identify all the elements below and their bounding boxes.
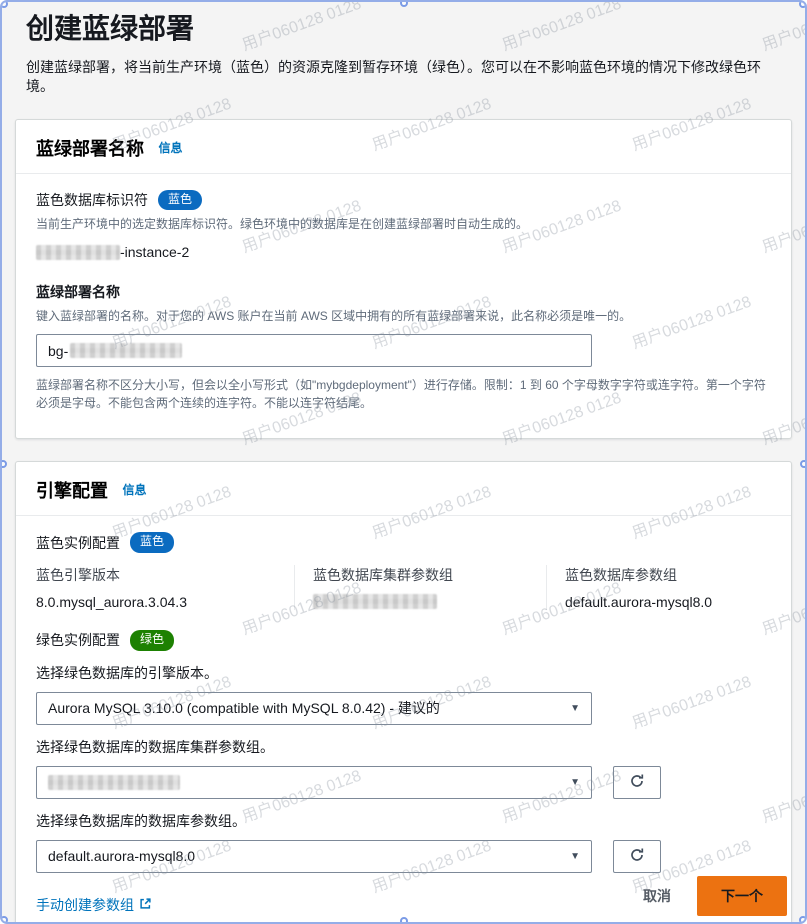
deployment-name-input[interactable]: bg- [36,334,592,368]
deployment-name-card-header: 蓝绿部署名称 信息 [16,120,791,174]
chevron-down-icon: ▼ [570,850,580,862]
redacted-green-cluster-param [48,774,180,790]
green-badge: 绿色 [130,629,175,651]
green-db-param-value: default.aurora-mysql8.0 [48,848,196,865]
db-identifier-suffix: -instance-2 [120,244,190,261]
refresh-db-param-button[interactable] [613,839,661,873]
selection-handle[interactable] [799,2,805,8]
redacted-deployment-name [70,343,183,359]
blue-db-param-value: default.aurora-mysql8.0 [565,593,713,610]
green-engine-version-select[interactable]: Aurora MySQL 3.10.0 (compatible with MyS… [36,691,592,725]
blue-db-identifier-label: 蓝色数据库标识符 [36,192,148,209]
refresh-cluster-param-button[interactable] [613,765,661,799]
green-engine-version-label: 选择绿色数据库的引擎版本。 [36,664,218,681]
engine-config-card-header: 引擎配置 信息 [16,462,791,517]
blue-badge: 蓝色 [130,532,175,553]
blue-config-columns: 蓝色引擎版本 8.0.mysql_aurora.3.04.3 蓝色数据库集群参数… [36,564,771,610]
blue-badge: 蓝色 [158,189,203,211]
selection-handle[interactable] [2,460,7,468]
blue-db-param-label: 蓝色数据库参数组 [565,566,677,583]
deployment-name-value-prefix: bg- [48,342,69,359]
blue-db-identifier-value: -instance-2 [36,244,771,260]
green-engine-version-value: Aurora MySQL 3.10.0 (compatible with MyS… [48,700,440,717]
deployment-name-card-title: 蓝绿部署名称 [36,138,144,159]
cancel-button[interactable]: 取消 [643,886,671,906]
engine-config-card: 引擎配置 信息 蓝色实例配置 蓝色 蓝色引擎版本 8.0.mysql_auror… [15,461,792,922]
selection-handle[interactable] [2,2,8,8]
redacted-cluster-param-group [313,593,437,609]
selection-handle[interactable] [400,2,408,7]
selection-handle[interactable] [800,460,805,468]
external-link-icon [139,897,152,913]
blue-engine-version-label: 蓝色引擎版本 [36,566,120,583]
engine-config-card-title: 引擎配置 [36,481,108,502]
page-title: 创建蓝绿部署 [26,13,195,44]
selection-handle[interactable] [400,917,408,922]
blue-db-param-column: 蓝色数据库参数组 default.aurora-mysql8.0 [546,564,771,610]
info-link[interactable]: 信息 [158,141,182,155]
page-description: 创建蓝绿部署，将当前生产环境（蓝色）的资源克隆到暂存环境（绿色）。您可以在不影响… [26,58,761,95]
deployment-name-card: 蓝绿部署名称 信息 蓝色数据库标识符 蓝色 当前生产环境中的选定数据库标识符。绿… [15,118,792,440]
selection-handle[interactable] [799,916,805,922]
blue-cluster-param-column: 蓝色数据库集群参数组 [294,564,546,610]
deployment-name-label: 蓝绿部署名称 [36,284,120,301]
selection-handle[interactable] [2,916,8,922]
next-button[interactable]: 下一个 [697,876,787,916]
green-db-param-select[interactable]: default.aurora-mysql8.0 ▼ [36,839,592,873]
chevron-down-icon: ▼ [570,702,580,714]
deployment-name-description: 键入蓝绿部署的名称。对于您的 AWS 账户在当前 AWS 区域中拥有的所有蓝绿部… [36,309,632,324]
refresh-icon [629,773,645,792]
green-db-param-label: 选择绿色数据库的数据库参数组。 [36,812,246,829]
wizard-footer: 取消 下一个 [643,876,787,916]
redacted-db-identifier [36,244,120,260]
blue-engine-version-value: 8.0.mysql_aurora.3.04.3 [36,593,187,610]
create-blue-green-deployment-page: 用户060128 0128用户060128 0128用户060128 0128用… [0,0,807,924]
blue-cluster-param-label: 蓝色数据库集群参数组 [313,566,453,583]
blue-db-identifier-description: 当前生产环境中的选定数据库标识符。绿色环境中的数据库是在创建蓝绿部署时自动生成的… [36,217,529,232]
info-link[interactable]: 信息 [122,483,146,497]
deployment-name-constraint: 蓝绿部署名称不区分大小写，但会以全小写形式（如"mybgdeployment"）… [36,378,766,411]
green-cluster-param-label: 选择绿色数据库的数据库集群参数组。 [36,738,274,755]
green-instance-config-label: 绿色实例配置 [36,632,120,649]
blue-engine-version-column: 蓝色引擎版本 8.0.mysql_aurora.3.04.3 [36,565,294,610]
blue-instance-config-label: 蓝色实例配置 [36,534,120,551]
green-cluster-param-select[interactable]: ▼ [36,765,592,799]
create-param-group-link[interactable]: 手动创建参数组 [36,895,152,915]
refresh-icon [629,847,645,866]
create-param-group-link-label: 手动创建参数组 [36,896,134,913]
chevron-down-icon: ▼ [570,776,580,788]
